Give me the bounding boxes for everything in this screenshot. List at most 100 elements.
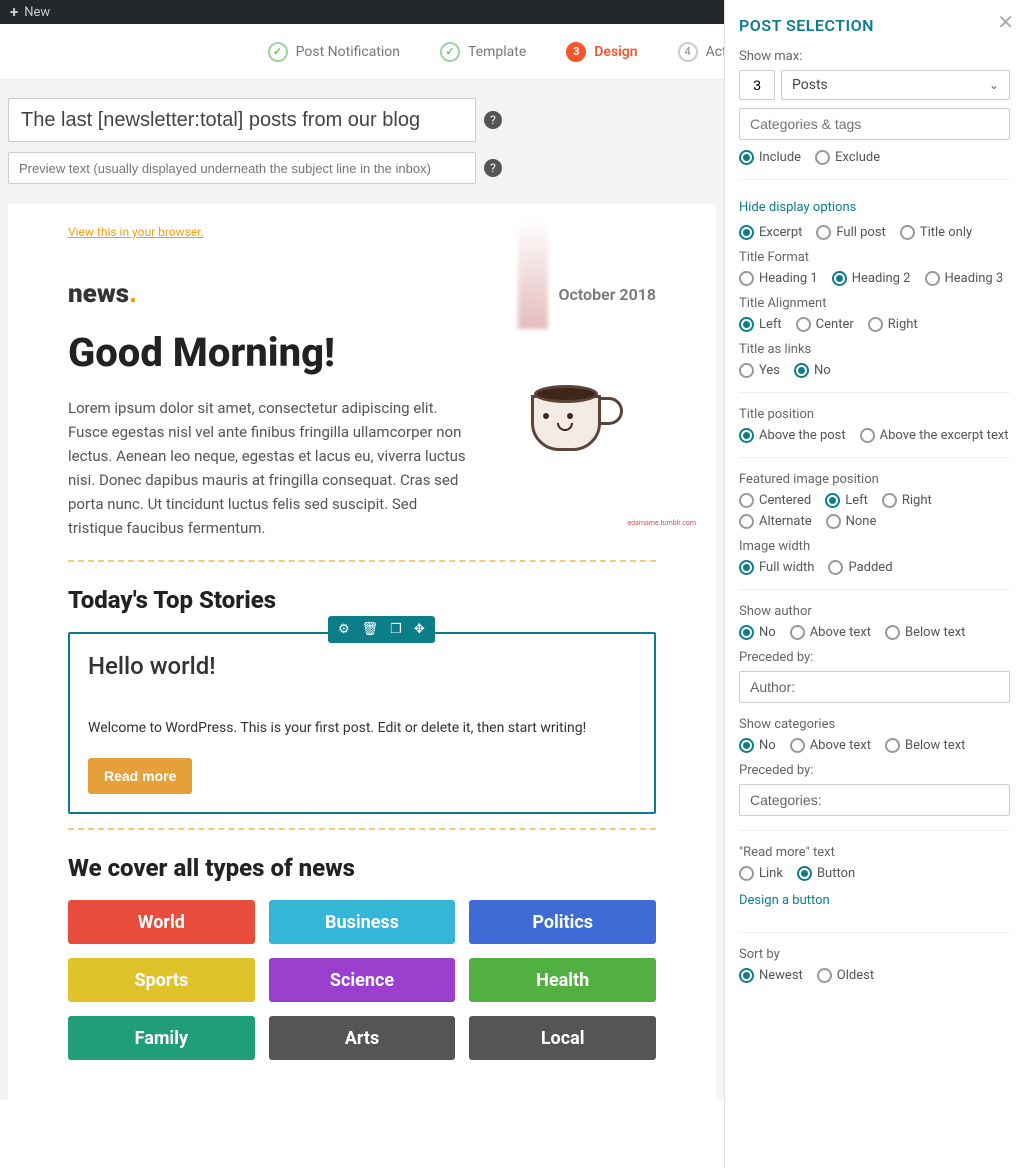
- title-alignment-label: Title Alignment: [739, 296, 1010, 311]
- category-grid: World Business Politics Sports Science Health…: [68, 900, 656, 1060]
- step-number-icon: 3: [566, 42, 586, 62]
- top-stories-title: Today's Top Stories: [68, 586, 656, 614]
- close-icon[interactable]: ✕: [997, 10, 1014, 34]
- links-yes-radio[interactable]: Yes: [739, 363, 780, 378]
- image-credit: edamame.tumblr.com: [627, 519, 696, 527]
- hide-display-options-link[interactable]: Hide display options: [739, 200, 856, 215]
- cats-above-radio[interactable]: Above text: [790, 738, 871, 753]
- plus-icon[interactable]: +: [10, 3, 18, 21]
- cats-no-radio[interactable]: No: [739, 738, 776, 753]
- exclude-radio[interactable]: Exclude: [815, 150, 880, 165]
- title-only-radio[interactable]: Title only: [900, 225, 972, 240]
- readmore-link-radio[interactable]: Link: [739, 866, 783, 881]
- featured-image-label: Featured image position: [739, 472, 1010, 487]
- email-canvas: View this in your browser. news. October…: [8, 204, 716, 1100]
- align-right-radio[interactable]: Right: [868, 317, 918, 332]
- hero-body: Lorem ipsum dolor sit amet, consectetur …: [68, 396, 472, 540]
- category-button[interactable]: Business: [269, 900, 456, 944]
- cover-news-title: We cover all types of news: [68, 854, 656, 882]
- heading3-radio[interactable]: Heading 3: [925, 271, 1004, 286]
- help-icon[interactable]: ?: [484, 159, 502, 177]
- subject-input[interactable]: [8, 98, 476, 142]
- img-none-radio[interactable]: None: [826, 514, 877, 529]
- author-preceded-label: Preceded by:: [739, 650, 1010, 665]
- read-more-text-label: "Read more" text: [739, 845, 1010, 860]
- sort-newest-radio[interactable]: Newest: [739, 968, 803, 983]
- cats-below-radio[interactable]: Below text: [885, 738, 965, 753]
- category-button[interactable]: Arts: [269, 1016, 456, 1060]
- editor-area: ? ? View this in your browser. news. Oct…: [0, 80, 724, 1100]
- above-excerpt-radio[interactable]: Above the excerpt text: [860, 428, 1009, 443]
- move-icon[interactable]: ✥: [414, 622, 425, 637]
- post-body: Welcome to WordPress. This is your first…: [88, 720, 636, 736]
- category-button[interactable]: Health: [469, 958, 656, 1002]
- img-alternate-radio[interactable]: Alternate: [739, 514, 812, 529]
- category-button[interactable]: Science: [269, 958, 456, 1002]
- heading1-radio[interactable]: Heading 1: [739, 271, 818, 286]
- gear-icon[interactable]: ⚙: [338, 622, 350, 637]
- category-button[interactable]: Politics: [469, 900, 656, 944]
- admin-new-label[interactable]: New: [24, 5, 50, 20]
- links-no-radio[interactable]: No: [794, 363, 831, 378]
- step-design[interactable]: 3 Design: [566, 42, 637, 62]
- author-above-radio[interactable]: Above text: [790, 625, 871, 640]
- align-left-radio[interactable]: Left: [739, 317, 782, 332]
- help-icon[interactable]: ?: [484, 111, 502, 129]
- category-button[interactable]: World: [68, 900, 255, 944]
- title-as-links-label: Title as links: [739, 342, 1010, 357]
- sort-by-label: Sort by: [739, 947, 1010, 962]
- brand-logo: news.: [68, 279, 137, 309]
- show-categories-label: Show categories: [739, 717, 1010, 732]
- check-icon: ✓: [440, 42, 460, 62]
- show-max-unit-select[interactable]: Posts ⌄: [781, 70, 1010, 100]
- padded-radio[interactable]: Padded: [828, 560, 892, 575]
- category-button[interactable]: Local: [469, 1016, 656, 1060]
- issue-date: October 2018: [558, 285, 656, 304]
- trash-icon[interactable]: 🗑: [362, 622, 379, 637]
- sort-oldest-radio[interactable]: Oldest: [817, 968, 874, 983]
- read-more-button[interactable]: Read more: [88, 758, 192, 794]
- step-template[interactable]: ✓ Template: [440, 42, 526, 62]
- divider: [68, 828, 656, 830]
- post-selection-panel: ✕ POST SELECTION Show max: Posts ⌄ Inclu…: [724, 0, 1024, 1168]
- include-radio[interactable]: Include: [739, 150, 801, 165]
- show-max-input[interactable]: [739, 70, 775, 100]
- hero-title: Good Morning!: [68, 329, 472, 376]
- heading2-radio[interactable]: Heading 2: [832, 271, 911, 286]
- img-left-radio[interactable]: Left: [825, 493, 868, 508]
- above-post-radio[interactable]: Above the post: [739, 428, 846, 443]
- design-button-link[interactable]: Design a button: [739, 893, 830, 908]
- step-post-notification[interactable]: ✓ Post Notification: [268, 42, 400, 62]
- author-no-radio[interactable]: No: [739, 625, 776, 640]
- cats-preceded-label: Preceded by:: [739, 763, 1010, 778]
- full-post-radio[interactable]: Full post: [816, 225, 885, 240]
- image-width-label: Image width: [739, 539, 1010, 554]
- panel-title: POST SELECTION: [739, 16, 1010, 35]
- img-right-radio[interactable]: Right: [882, 493, 932, 508]
- category-button[interactable]: Family: [68, 1016, 255, 1060]
- check-icon: ✓: [268, 42, 288, 62]
- hero-image: edamame.tumblr.com: [496, 329, 656, 509]
- block-toolbar: ⚙ 🗑 ❐ ✥: [328, 616, 435, 643]
- author-preceded-input[interactable]: [739, 671, 1010, 703]
- cats-preceded-input[interactable]: [739, 784, 1010, 816]
- excerpt-radio[interactable]: Excerpt: [739, 225, 802, 240]
- show-max-label: Show max:: [739, 49, 1010, 64]
- view-in-browser-link[interactable]: View this in your browser.: [68, 225, 204, 239]
- preview-text-input[interactable]: [8, 152, 476, 184]
- categories-tags-input[interactable]: [739, 108, 1010, 140]
- show-author-label: Show author: [739, 604, 1010, 619]
- divider: [68, 560, 656, 562]
- post-block-selected[interactable]: ⚙ 🗑 ❐ ✥ Hello world! Welcome to WordPres…: [68, 632, 656, 814]
- steam-icon: [518, 219, 548, 329]
- readmore-button-radio[interactable]: Button: [797, 866, 855, 881]
- category-button[interactable]: Sports: [68, 958, 255, 1002]
- full-width-radio[interactable]: Full width: [739, 560, 814, 575]
- title-format-label: Title Format: [739, 250, 1010, 265]
- title-position-label: Title position: [739, 407, 1010, 422]
- author-below-radio[interactable]: Below text: [885, 625, 965, 640]
- duplicate-icon[interactable]: ❐: [390, 622, 402, 637]
- img-centered-radio[interactable]: Centered: [739, 493, 811, 508]
- coffee-cup-icon: [531, 387, 621, 451]
- align-center-radio[interactable]: Center: [796, 317, 854, 332]
